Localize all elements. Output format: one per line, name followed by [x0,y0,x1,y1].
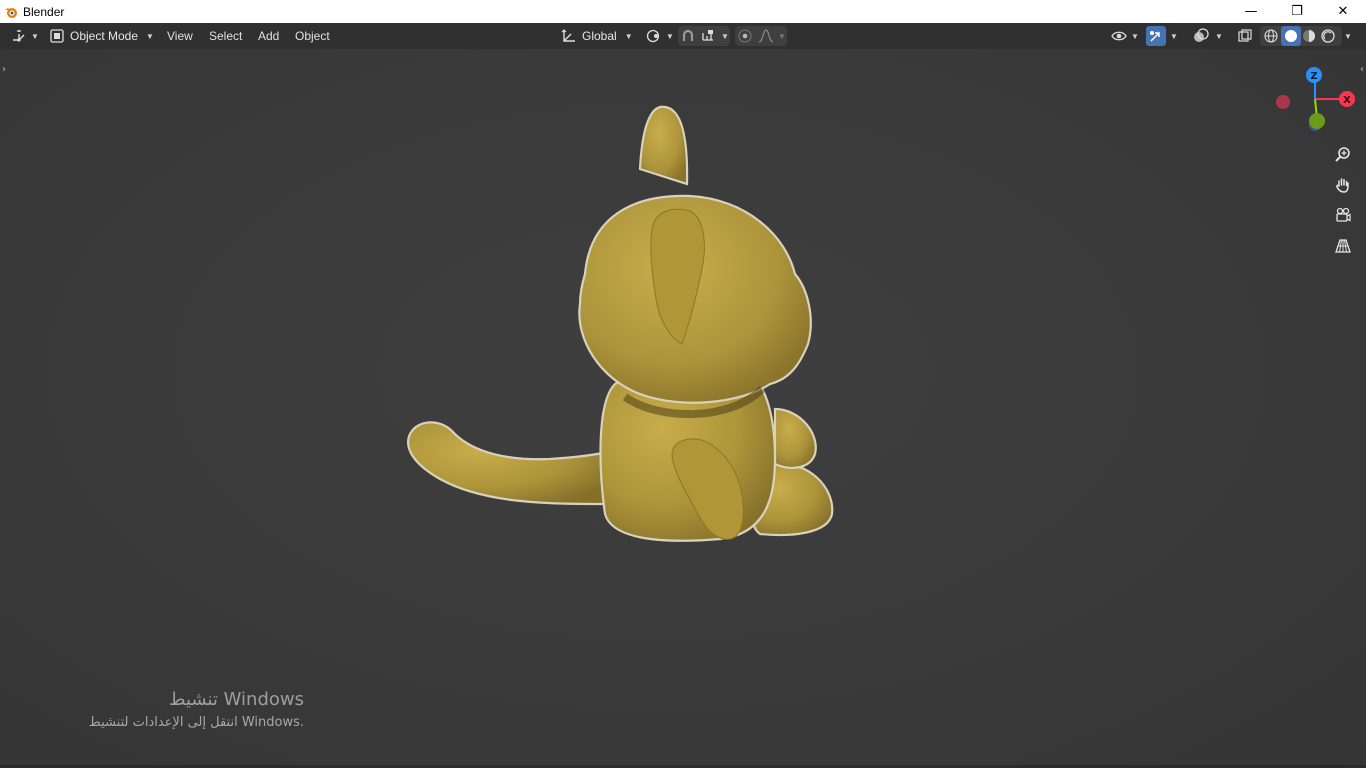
gizmo-x-label: X [1343,95,1351,106]
solid-shading-icon [1285,30,1297,42]
chevron-down-icon: ▼ [666,31,674,41]
chevron-down-icon: ▼ [31,31,39,41]
chevron-down-icon: ▼ [778,31,786,41]
perspective-toggle-button[interactable] [1330,233,1356,259]
cat-model[interactable] [390,59,850,549]
chevron-down-icon: ▼ [624,31,633,41]
menu-object[interactable]: Object [291,26,334,46]
gizmo-z-label: Z [1310,71,1317,82]
transform-orientation-dropdown[interactable]: Global ▼ [560,26,633,46]
zoom-icon [1335,147,1350,162]
gizmo-neg-x[interactable] [1276,95,1290,109]
3d-viewport[interactable]: › ‹ Z X تنشيط Windows انتقل إلى الإعدادا… [0,49,1366,768]
overlay-toggle[interactable] [1192,26,1210,46]
chevron-down-icon: ▼ [1215,31,1223,41]
editor-type-dropdown[interactable]: ▼ [10,26,39,46]
menu-view[interactable]: View [163,26,197,46]
chevron-down-icon: ▼ [721,31,729,41]
chevron-down-icon: ▼ [146,31,154,41]
chevron-down-icon: ▼ [1344,31,1352,41]
proportional-edit-toggle[interactable] [736,26,754,46]
window-title: Blender [23,4,65,19]
visibility-icon [1111,31,1127,41]
proportional-edit-icon [738,29,752,43]
menu-add[interactable]: Add [254,26,283,46]
magnet-icon [682,29,694,41]
transform-orientation-icon [561,29,575,42]
zoom-button[interactable] [1330,142,1356,168]
mode-label: Object Mode [70,29,139,43]
chevron-down-icon: ▼ [1170,31,1178,41]
window-title-bar: Blender — ❐ ✕ [0,0,1366,23]
snap-target-dropdown[interactable]: ▼ [700,26,729,46]
perspective-grid-icon [1335,239,1351,253]
3d-viewport-icon [13,30,25,42]
camera-view-icon [1336,207,1351,222]
close-icon: ✕ [1337,4,1349,19]
navigation-gizmo[interactable]: Z X [1270,64,1360,136]
pivot-point-dropdown[interactable]: ▼ [645,26,674,46]
visibility-dropdown[interactable]: ▼ [1110,26,1139,46]
pan-button[interactable] [1330,172,1356,198]
activation-watermark-title: تنشيط Windows [168,689,304,710]
snap-toggle[interactable] [679,26,697,46]
rendered-shading-button[interactable] [1319,26,1337,46]
material-shading-icon [1303,30,1315,42]
wireframe-shading-button[interactable] [1262,26,1280,46]
blender-logo-icon [5,7,17,18]
restore-button[interactable]: ❐ [1274,0,1320,23]
wireframe-shading-icon [1264,29,1278,43]
menu-select[interactable]: Select [205,26,246,46]
viewport-header: ▼ Object Mode ▼ View Select Add Object G… [0,23,1366,49]
gizmo-toggle[interactable] [1146,26,1166,46]
close-button[interactable]: ✕ [1320,0,1366,23]
camera-view-button[interactable] [1330,202,1356,228]
overlay-dropdown[interactable]: ▼ [1212,26,1223,46]
overlay-icon [1194,28,1209,42]
minimize-button[interactable]: — [1228,0,1274,23]
solid-shading-button[interactable] [1281,26,1301,46]
sidebar-expand-icon[interactable]: ‹ [1360,64,1364,75]
gizmo-y[interactable] [1309,113,1325,129]
pivot-point-icon [646,29,660,43]
object-mode-icon [50,29,64,43]
rendered-shading-icon [1321,29,1335,43]
transform-orientation-label: Global [582,29,617,43]
xray-toggle[interactable] [1236,26,1254,46]
minimize-icon: — [1244,4,1258,19]
gizmo-icon [1150,31,1160,42]
hand-pan-icon [1336,178,1349,193]
material-shading-button[interactable] [1300,26,1318,46]
mode-dropdown[interactable]: Object Mode ▼ [48,26,158,46]
chevron-down-icon: ▼ [1131,31,1139,41]
falloff-curve-icon [758,29,774,43]
xray-icon [1238,29,1252,42]
restore-icon: ❐ [1291,4,1303,19]
snap-increment-icon [702,30,713,41]
toolbar-expand-icon[interactable]: › [2,64,6,75]
shading-dropdown[interactable]: ▼ [1341,26,1352,46]
activation-watermark-subtitle: انتقل إلى الإعدادات لتنشيط Windows. [88,715,304,730]
gizmo-dropdown[interactable]: ▼ [1167,26,1178,46]
falloff-dropdown[interactable]: ▼ [757,26,786,46]
